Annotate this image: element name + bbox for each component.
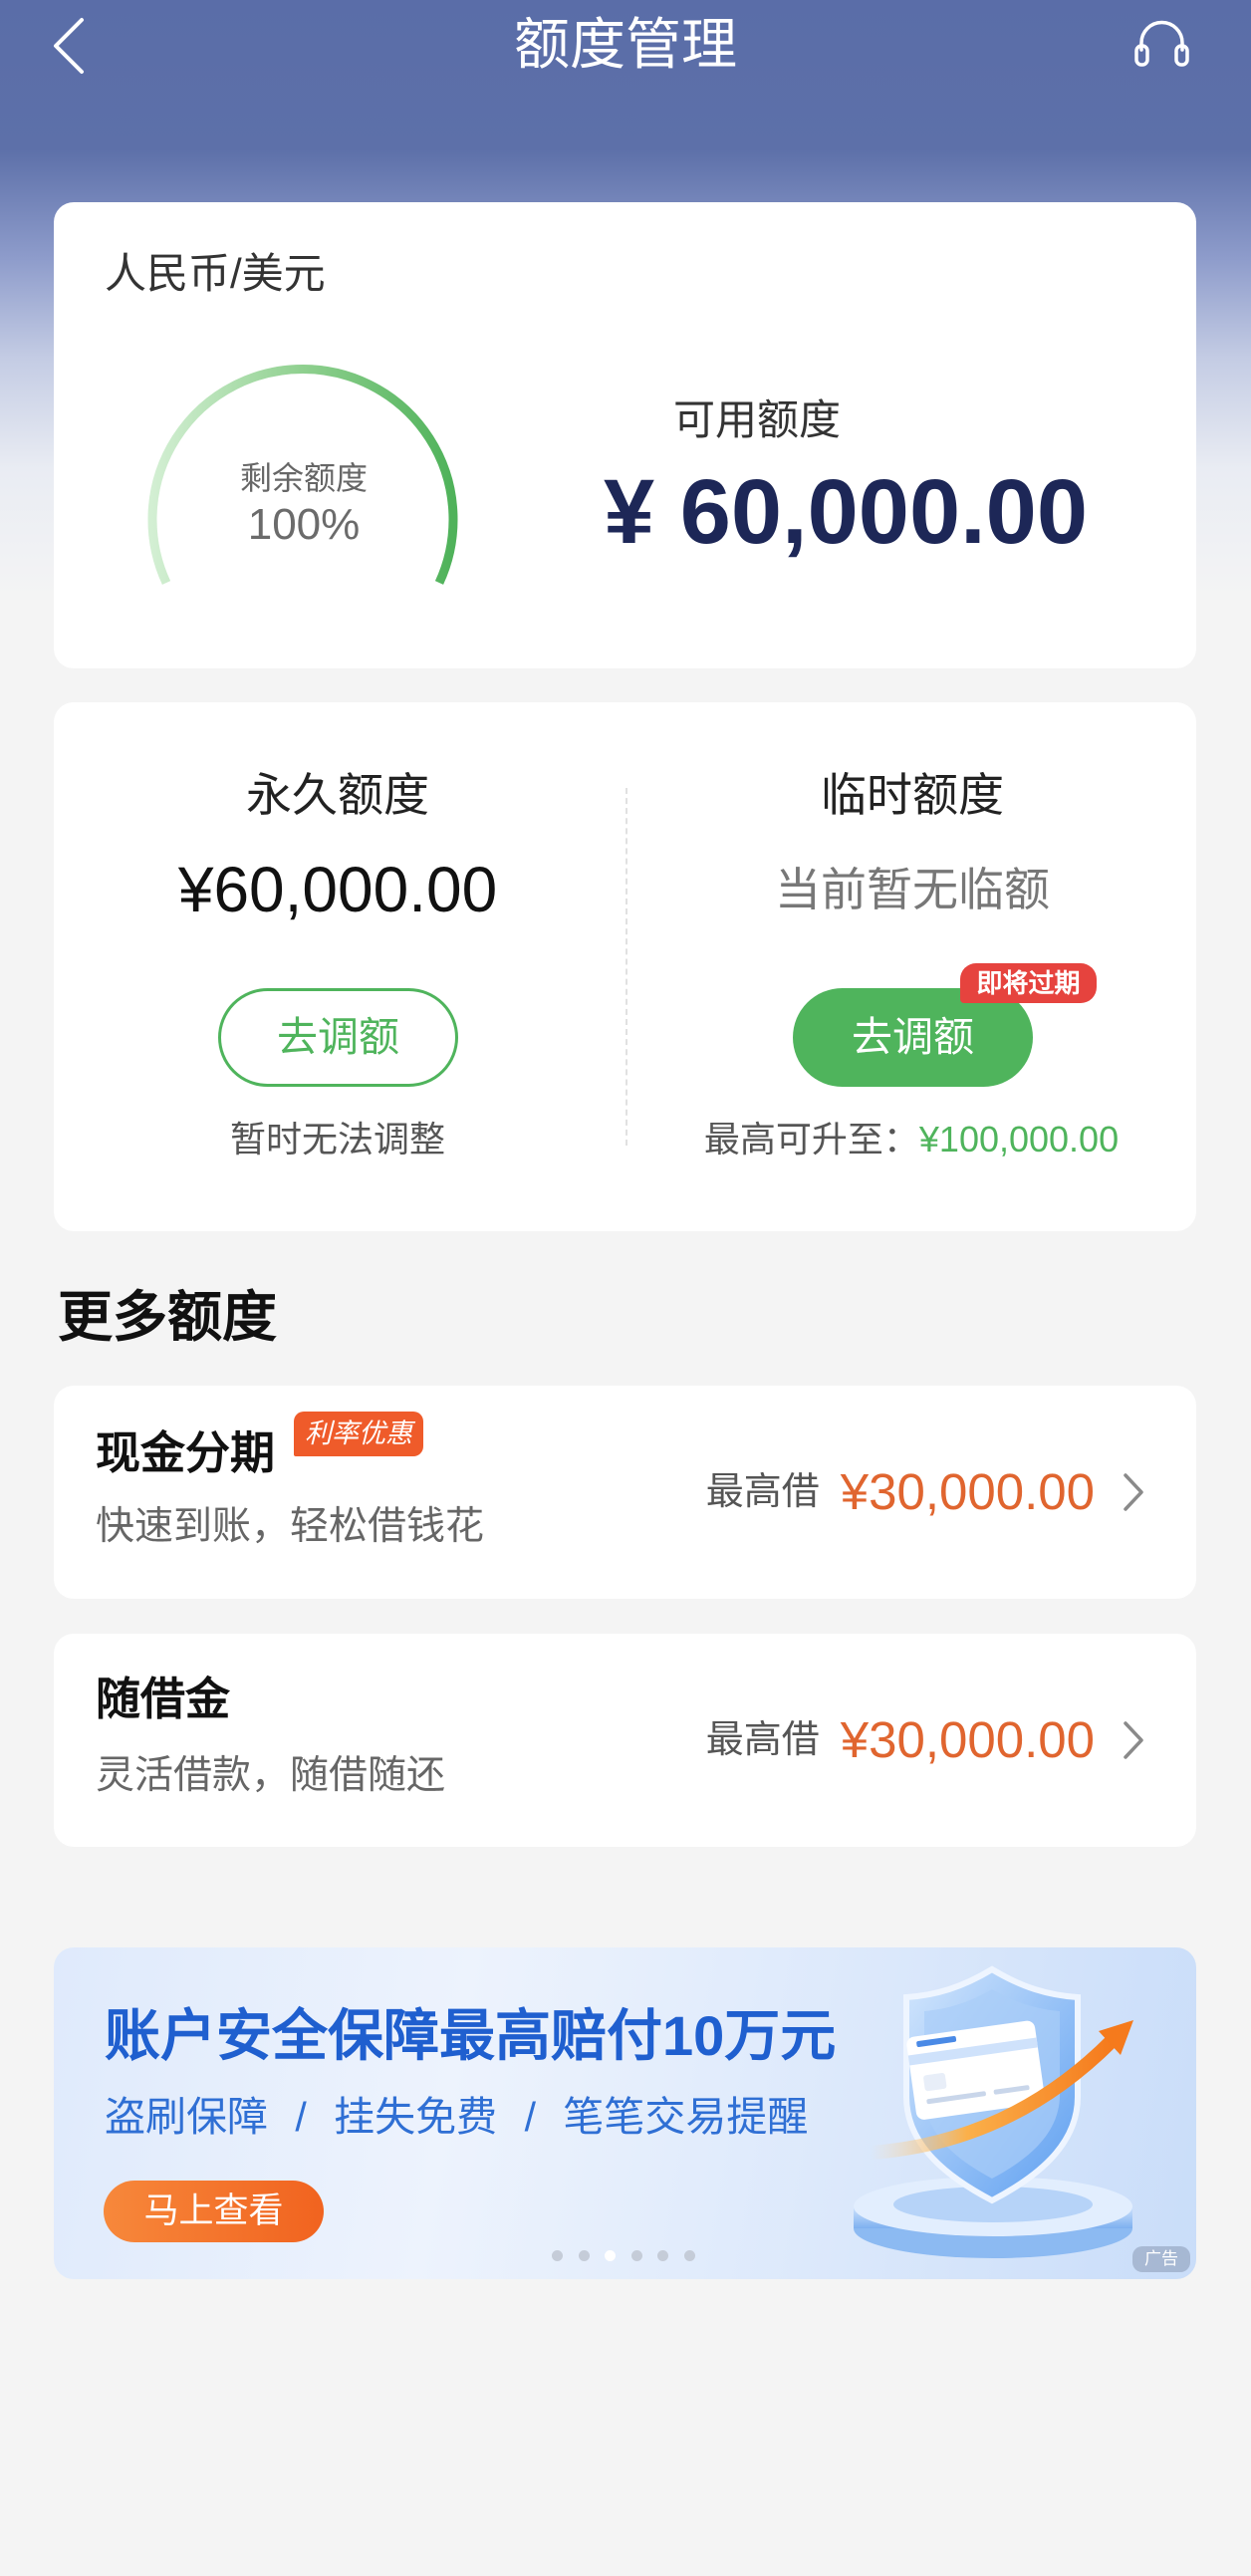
carousel-dot [657, 2250, 668, 2261]
carousel-pagination [552, 2250, 695, 2261]
customer-service-button[interactable] [1131, 16, 1193, 74]
item-title: 随借金 [96, 1674, 231, 1724]
max-borrow-label: 最高借 [705, 1719, 820, 1761]
item-subtitle: 快速到账，轻松借钱花 [96, 1505, 485, 1548]
chevron-right-icon [1124, 1721, 1143, 1759]
page-title: 额度管理 [514, 13, 737, 76]
available-limit-label: 可用额度 [673, 396, 842, 443]
carousel-dot [578, 2250, 590, 2261]
item-subtitle: 灵活借款，随借随还 [96, 1754, 446, 1797]
limit-types-card: 永久额度 ¥60,000.00 去调额 暂时无法调整 临时额度 当前暂无临额 去… [54, 702, 1196, 1231]
temporary-limit-title: 临时额度 [821, 769, 1004, 821]
adjust-permanent-limit-button[interactable]: 去调额 [218, 988, 458, 1087]
headset-icon [1134, 20, 1189, 67]
ad-tag: 广告 [1132, 2246, 1190, 2272]
currency-label: 人民币/美元 [105, 250, 326, 297]
temporary-limit-note: 最高可升至：¥100,000.00 [662, 1118, 1160, 1161]
available-limit-card: 人民币/美元 剩余额度 100% 可用额度 ¥ 60,000.00 [54, 202, 1196, 668]
max-upgrade-amount: ¥100,000.00 [918, 1119, 1120, 1159]
max-upgrade-label: 最高可升至： [703, 1119, 919, 1159]
item-title: 现金分期 [96, 1427, 276, 1478]
carousel-dot [683, 2250, 695, 2261]
rate-discount-badge: 利率优惠 [294, 1412, 423, 1456]
back-button[interactable] [40, 14, 100, 78]
more-item-flexible-loan[interactable]: 随借金 灵活借款，随借随还 最高借 ¥30,000.00 [54, 1634, 1196, 1847]
more-item-cash-installment[interactable]: 现金分期 利率优惠 快速到账，轻松借钱花 最高借 ¥30,000.00 [54, 1386, 1196, 1599]
gauge-percent: 100% [247, 500, 361, 549]
shield-card-icon [854, 1965, 1133, 2258]
more-limits-heading: 更多额度 [58, 1286, 278, 1348]
permanent-limit-note: 暂时无法调整 [229, 1119, 445, 1159]
credit-limit-page: 额度管理 人民币/美元 剩余额度 100% 可用额度 ¥ 60,000.00 永… [0, 0, 1251, 2576]
carousel-dot [552, 2250, 563, 2261]
available-limit-amount: ¥ 60,000.00 [604, 461, 1089, 563]
max-borrow-amount: ¥30,000.00 [840, 1711, 1095, 1768]
view-now-button[interactable]: 马上查看 [104, 2181, 324, 2242]
gauge-label: 剩余额度 [239, 460, 368, 496]
banner-title: 账户安全保障最高赔付10万元 [105, 2004, 837, 2067]
banner-subtitle: 盗刷保障 / 挂失免费 / 笔笔交易提醒 [105, 2094, 809, 2140]
back-chevron-icon [54, 18, 84, 74]
column-divider [626, 788, 627, 1146]
max-borrow-label: 最高借 [705, 1471, 820, 1513]
max-borrow-group: 最高借 ¥30,000.00 [706, 1709, 1095, 1771]
expiring-soon-badge: 即将过期 [960, 963, 1097, 1003]
temporary-limit-status: 当前暂无临额 [775, 864, 1050, 915]
carousel-dot [630, 2250, 642, 2261]
max-borrow-group: 最高借 ¥30,000.00 [706, 1461, 1095, 1523]
carousel-dot-active [605, 2250, 616, 2261]
permanent-limit-amount: ¥60,000.00 [177, 854, 498, 925]
nav-bar: 额度管理 [0, 0, 1251, 89]
permanent-limit-title: 永久额度 [246, 769, 429, 821]
security-promo-banner[interactable]: 账户安全保障最高赔付10万元 盗刷保障 / 挂失免费 / 笔笔交易提醒 马上查看 [54, 1947, 1196, 2279]
chevron-right-icon [1124, 1473, 1143, 1511]
max-borrow-amount: ¥30,000.00 [840, 1463, 1095, 1520]
